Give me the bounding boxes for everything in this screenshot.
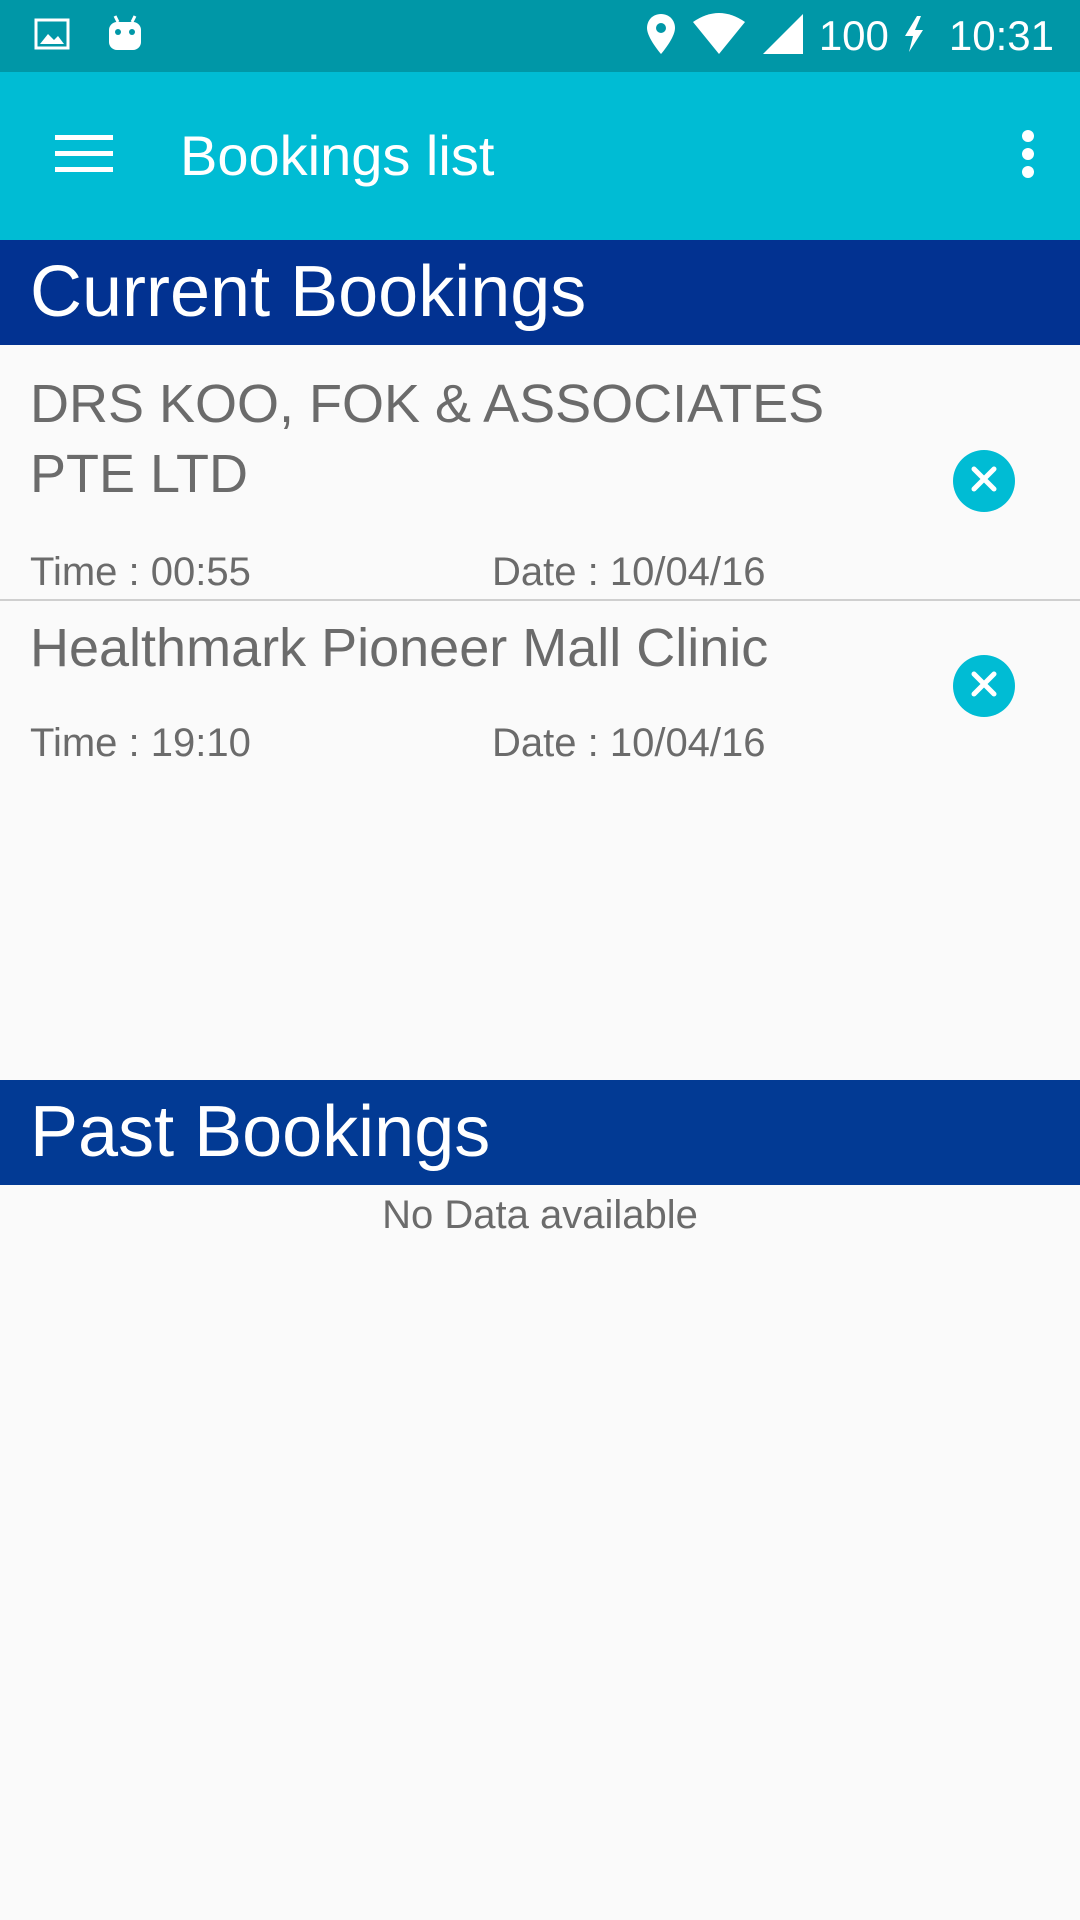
booking-time: Time : 19:10 <box>30 721 251 765</box>
app-bar: Bookings list <box>0 72 1080 240</box>
booking-date: Date : 10/04/16 <box>492 550 766 594</box>
booking-clinic-name: Healthmark Pioneer Mall Clinic <box>30 618 769 678</box>
current-bookings-heading: Current Bookings <box>0 240 1080 345</box>
battery-level: 100 <box>818 12 889 59</box>
status-left-icons <box>34 14 144 59</box>
more-vert-icon <box>1021 129 1035 184</box>
cancel-booking-button[interactable] <box>953 655 1015 717</box>
location-icon <box>645 12 677 61</box>
battery-charging-icon <box>903 14 925 59</box>
image-icon <box>34 16 70 57</box>
clock: 10:31 <box>948 12 1054 59</box>
cancel-booking-button[interactable] <box>953 450 1015 512</box>
booking-time: Time : 00:55 <box>30 550 251 594</box>
menu-button[interactable] <box>40 116 128 196</box>
past-bookings-heading: Past Bookings <box>0 1080 1080 1185</box>
cell-signal-icon <box>761 12 805 61</box>
menu-icon <box>55 133 113 180</box>
overflow-menu-button[interactable] <box>996 116 1060 196</box>
close-icon <box>969 464 999 499</box>
status-bar: 100 10:31 <box>0 0 1080 72</box>
booking-item[interactable]: DRS KOO, FOK & ASSOCIATES PTE LTD Time :… <box>0 345 1080 601</box>
page-title: Bookings list <box>180 124 495 187</box>
booking-clinic-name: DRS KOO, FOK & ASSOCIATES PTE LTD <box>30 374 825 504</box>
booking-item[interactable]: Healthmark Pioneer Mall Clinic Time : 19… <box>0 603 1080 773</box>
wifi-icon <box>691 12 747 61</box>
booking-date: Date : 10/04/16 <box>492 721 766 765</box>
status-right: 100 10:31 <box>645 10 1054 62</box>
close-icon <box>969 669 999 704</box>
empty-state-text: No Data available <box>382 1193 698 1237</box>
android-icon <box>106 14 144 59</box>
